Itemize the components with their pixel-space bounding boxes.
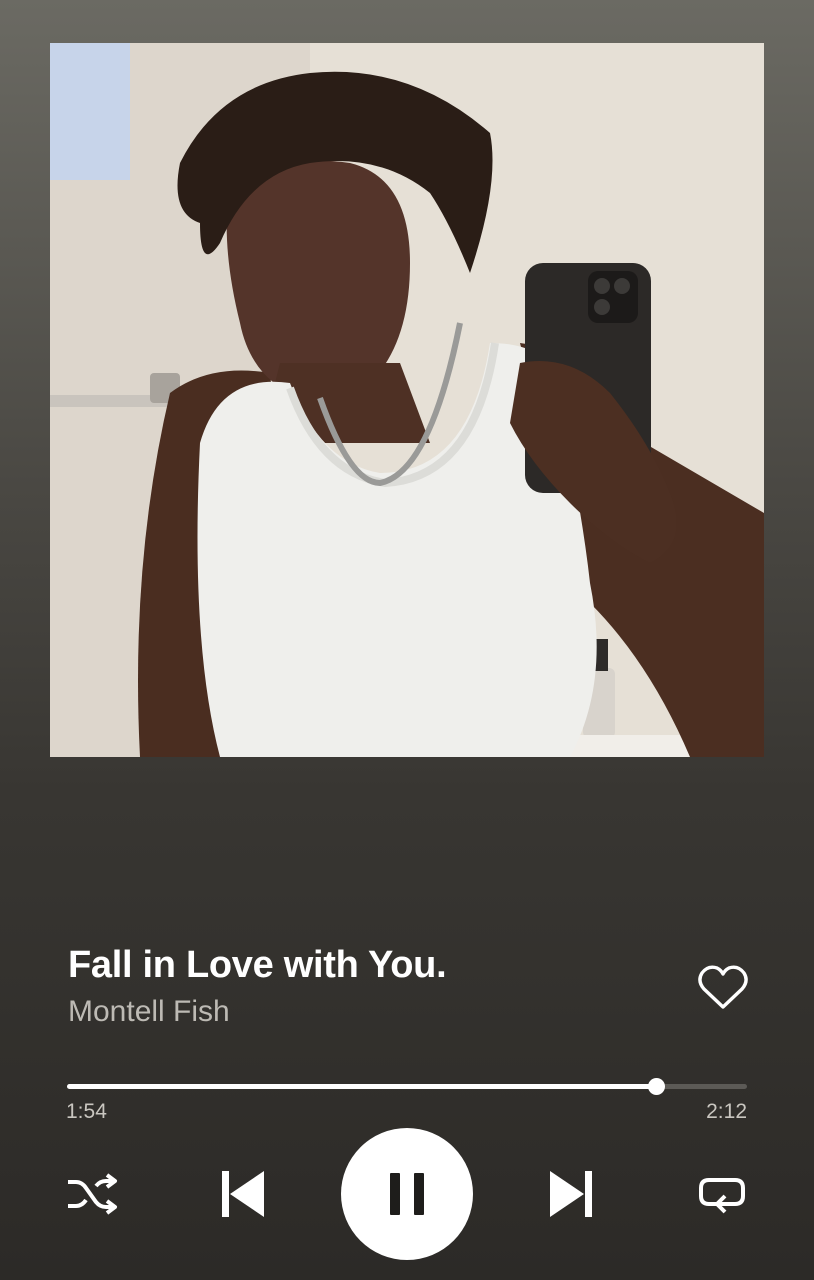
pause-icon — [390, 1173, 424, 1215]
like-button[interactable] — [695, 960, 751, 1016]
play-pause-button[interactable] — [341, 1128, 473, 1260]
previous-button[interactable] — [212, 1164, 272, 1224]
album-artwork — [50, 43, 764, 757]
track-title[interactable]: Fall in Love with You. — [68, 944, 447, 987]
skip-previous-icon — [222, 1171, 264, 1217]
progress-bar[interactable] — [67, 1078, 747, 1095]
shuffle-button[interactable] — [64, 1168, 120, 1220]
skip-next-icon — [550, 1171, 592, 1217]
album-artwork-image — [50, 43, 764, 757]
heart-outline-icon — [698, 965, 748, 1009]
time-total: 2:12 — [706, 1100, 747, 1123]
time-elapsed: 1:54 — [66, 1100, 107, 1123]
next-button[interactable] — [542, 1164, 602, 1224]
progress-thumb[interactable] — [647, 1078, 665, 1095]
repeat-button[interactable] — [694, 1168, 750, 1220]
track-artist[interactable]: Montell Fish — [68, 995, 230, 1029]
shuffle-icon — [68, 1173, 117, 1215]
progress-fill — [67, 1084, 656, 1089]
repeat-icon — [699, 1178, 745, 1214]
